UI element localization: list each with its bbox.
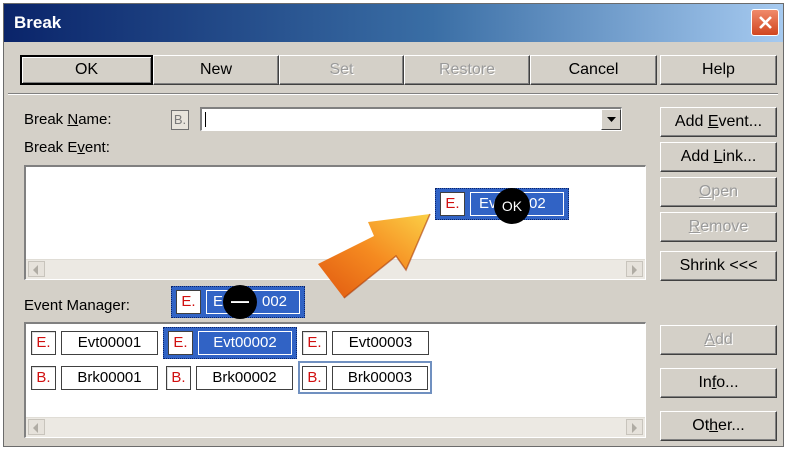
event-name: Evt00001 [61, 331, 158, 355]
window-title: Break [14, 13, 62, 32]
break-event-label: Break Event: [24, 139, 110, 156]
event-tag: E. [31, 331, 56, 355]
scroll-right-button[interactable] [626, 261, 643, 277]
chevron-right-icon [632, 265, 637, 275]
chevron-right-icon [632, 423, 637, 433]
add-link-button[interactable]: Add Link... [660, 142, 777, 172]
scroll-left-button[interactable] [28, 261, 45, 277]
set-button[interactable]: Set [279, 55, 404, 85]
break-name-label: Break Name: [24, 111, 112, 128]
event-item[interactable]: E. Evt00001 [31, 331, 158, 355]
event-item[interactable]: E. Evt00003 [302, 331, 429, 355]
title-bar: Break [4, 4, 783, 42]
event-name: Evt00002 [198, 331, 292, 355]
chevron-down-icon [607, 117, 616, 122]
break-name-dropdown-button[interactable] [601, 109, 621, 130]
break-name: Brk00002 [196, 366, 293, 390]
scroll-right-button[interactable] [626, 419, 643, 435]
break-name: Brk00001 [61, 366, 158, 390]
break-item[interactable]: B. Brk00002 [166, 366, 293, 390]
shrink-button[interactable]: Shrink <<< [660, 251, 777, 281]
break-item-focused[interactable]: B. Brk00003 [298, 361, 432, 394]
close-button[interactable] [751, 9, 779, 36]
drag-ok-cursor: OK [494, 188, 530, 224]
scroll-left-button[interactable] [28, 419, 45, 435]
ok-button[interactable]: OK [20, 55, 153, 85]
drag-no-drop-cursor: — [223, 285, 257, 319]
add-button[interactable]: Add [660, 325, 777, 355]
text-caret [205, 112, 206, 127]
info-button[interactable]: Info... [660, 368, 777, 398]
event-item-selected[interactable]: E. Evt00002 [163, 327, 297, 359]
chevron-left-icon [33, 265, 38, 275]
break-tag: B. [166, 366, 191, 390]
drag-source-tag: E. [176, 290, 201, 314]
close-icon [759, 16, 772, 29]
break-name-combo[interactable] [200, 107, 622, 131]
break-name: Brk00003 [332, 366, 428, 390]
break-tag: B. [31, 366, 56, 390]
other-button[interactable]: Other... [660, 411, 777, 441]
new-button[interactable]: New [153, 55, 279, 85]
drag-direction-arrow-icon [318, 213, 431, 299]
event-manager-hscroll[interactable] [26, 417, 645, 437]
event-tag: E. [302, 331, 327, 355]
drag-event-tag: E. [440, 192, 465, 216]
restore-button[interactable]: Restore [404, 55, 530, 85]
open-button[interactable]: Open [660, 177, 777, 207]
add-event-button[interactable]: Add Event... [660, 107, 777, 137]
break-type-icon: B. [171, 110, 189, 130]
cancel-button[interactable]: Cancel [530, 55, 657, 85]
event-tag: E. [168, 331, 193, 355]
event-name: Evt00003 [332, 331, 429, 355]
chevron-left-icon [33, 423, 38, 433]
toolbar-divider-highlight [8, 94, 778, 95]
event-manager-label: Event Manager: [24, 297, 130, 314]
remove-button[interactable]: Remove [660, 212, 777, 242]
help-button[interactable]: Help [660, 55, 777, 85]
break-tag: B. [302, 366, 327, 390]
break-item[interactable]: B. Brk00001 [31, 366, 158, 390]
